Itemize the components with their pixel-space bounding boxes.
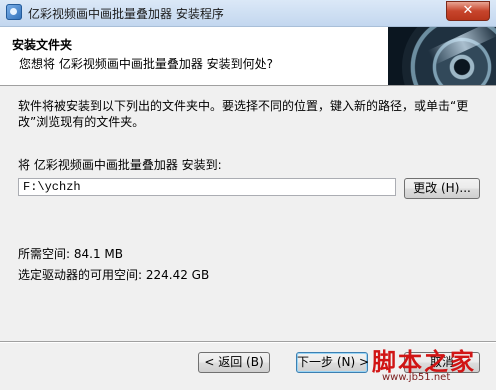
next-button[interactable]: 下一步 (N) > [296,352,369,373]
folder-description: 软件将被安装到以下列出的文件夹中。要选择不同的位置，键入新的路径，或单击“更改”… [18,99,469,129]
change-folder-button[interactable]: 更改 (H)... [404,178,480,199]
back-button[interactable]: < 返回 (B) [198,352,270,373]
space-required-text: 所需空间: 84.1 MB [18,247,123,261]
install-to-label: 将 亿彩视频画中画批量叠加器 安装到: [18,158,222,172]
page-subtitle: 您想将 亿彩视频画中画批量叠加器 安装到何处? [19,57,273,71]
header-banner-image [388,27,496,85]
watermark-url: www.jb51.net [382,372,451,383]
page-title: 安装文件夹 [12,38,73,52]
window-title: 亿彩视频画中画批量叠加器 安装程序 [28,7,224,21]
space-available-text: 选定驱动器的可用空间: 224.42 GB [18,268,210,282]
wizard-header: 安装文件夹 您想将 亿彩视频画中画批量叠加器 安装到何处? [0,27,496,86]
site-watermark: 脚本之家 www.jb51.net [372,342,492,388]
installer-app-icon [6,4,22,20]
close-button[interactable]: ✕ [446,1,490,21]
install-path-input[interactable] [18,178,396,196]
title-bar: 亿彩视频画中画批量叠加器 安装程序 ✕ [0,0,496,27]
